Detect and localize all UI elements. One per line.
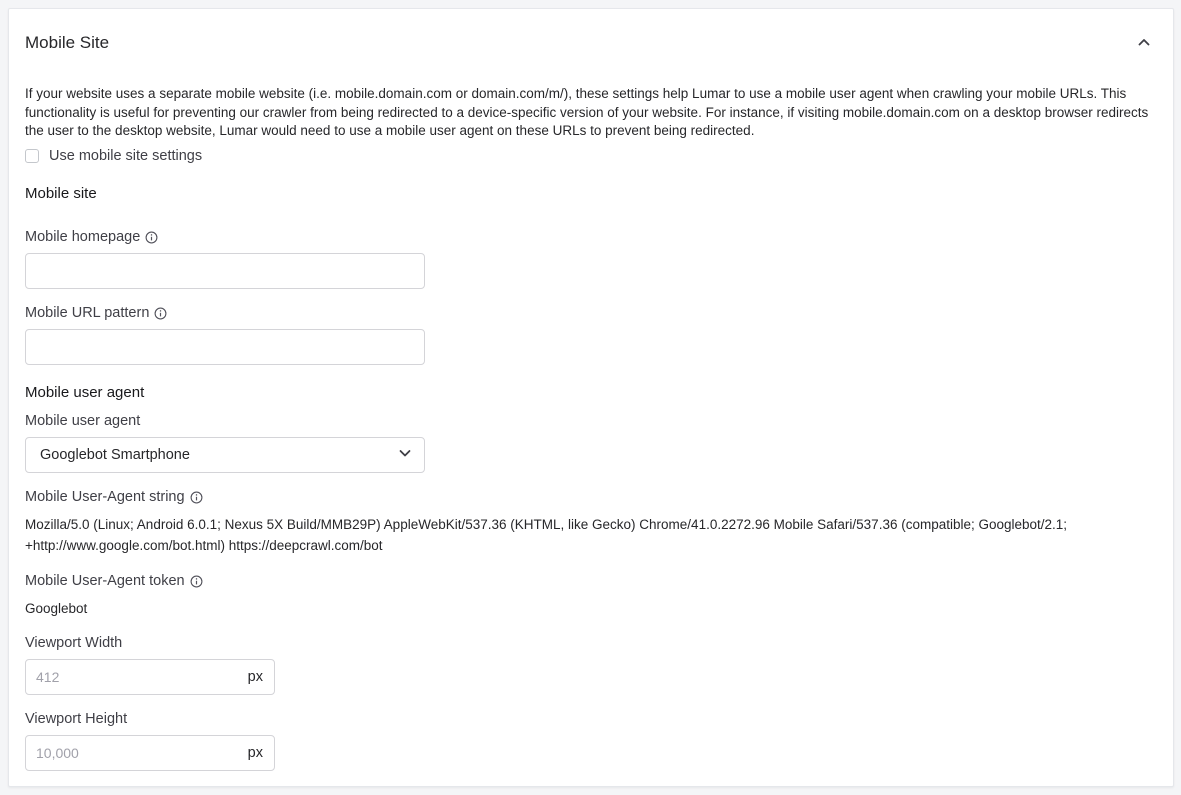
user-agent-string-label: Mobile User-Agent string — [25, 489, 203, 505]
info-icon[interactable] — [190, 575, 203, 588]
info-icon[interactable] — [190, 491, 203, 504]
chevron-down-icon — [398, 446, 412, 465]
viewport-width-label: Viewport Width — [25, 635, 122, 651]
viewport-width-label-text: Viewport Width — [25, 635, 123, 651]
info-icon[interactable] — [145, 231, 158, 244]
user-agent-string-value: Mozilla/5.0 (Linux; Android 6.0.1; Nexus… — [25, 517, 1068, 553]
user-agent-string-label-text: Mobile User-Agent string — [25, 489, 185, 505]
viewport-width-unit: px — [247, 669, 263, 685]
viewport-height-label: Viewport Height — [25, 711, 127, 727]
info-icon[interactable] — [154, 307, 167, 320]
mobile-url-pattern-label: Mobile URL pattern — [25, 305, 167, 321]
mobile-url-pattern-label-text: Mobile URL pattern — [25, 305, 150, 321]
mobile-url-pattern-input[interactable] — [25, 329, 425, 365]
mobile-user-agent-select[interactable]: Googlebot Smartphone — [25, 437, 425, 473]
viewport-height-field[interactable]: px — [25, 735, 275, 771]
mobile-homepage-label-text: Mobile homepage — [25, 229, 141, 245]
mobile-homepage-label: Mobile homepage — [25, 229, 158, 245]
mobile-user-agent-label-text: Mobile user agent — [25, 413, 141, 429]
user-agent-token-value: Googlebot — [25, 601, 88, 616]
selected-user-agent: Googlebot Smartphone — [40, 447, 190, 463]
viewport-width-input[interactable] — [26, 660, 248, 694]
viewport-height-input[interactable] — [26, 736, 248, 770]
viewport-width-field[interactable]: px — [25, 659, 275, 695]
viewport-height-unit: px — [247, 745, 263, 761]
mobile-site-panel: Mobile Site If your website uses a separ… — [8, 8, 1174, 787]
form-area: Mobile site Mobile homepage Mobile URL p… — [25, 9, 1161, 788]
viewport-height-label-text: Viewport Height — [25, 711, 128, 727]
user-agent-token-label: Mobile User-Agent token — [25, 573, 203, 589]
mobile-homepage-input[interactable] — [25, 253, 425, 289]
user-agent-token-label-text: Mobile User-Agent token — [25, 573, 185, 589]
mobile-site-heading: Mobile site — [25, 185, 97, 202]
mobile-user-agent-heading: Mobile user agent — [25, 384, 145, 401]
mobile-user-agent-label: Mobile user agent — [25, 413, 140, 429]
